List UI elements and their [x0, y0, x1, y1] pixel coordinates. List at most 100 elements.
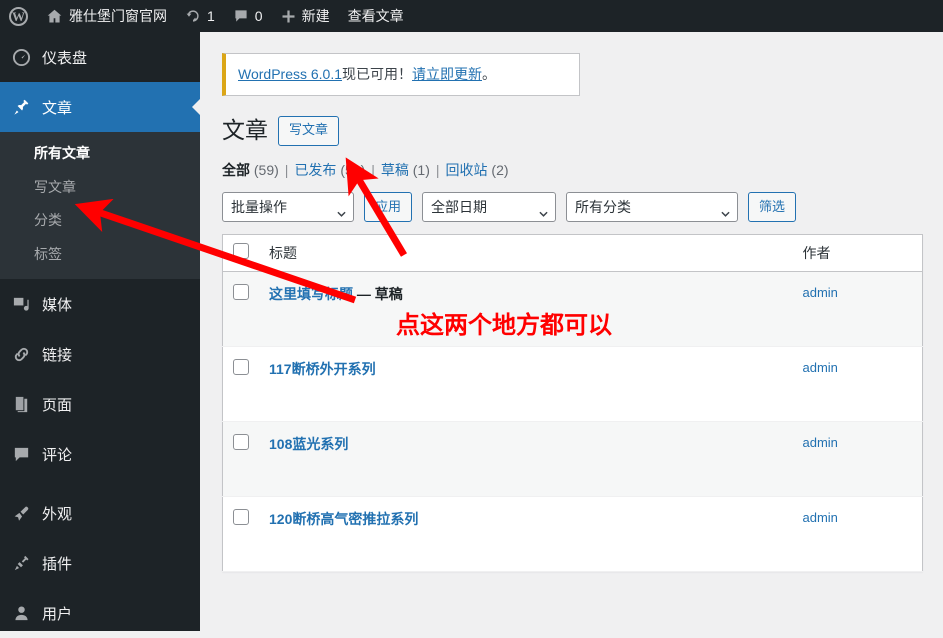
category-filter-value: 所有分类 [575, 198, 632, 215]
sidebar-item-pages[interactable]: 页面 [0, 379, 200, 429]
row-title-cell: 108蓝光系列 [259, 421, 793, 497]
category-filter-select[interactable]: 所有分类 [566, 191, 739, 222]
comments-count: 0 [254, 8, 263, 24]
row-checkbox[interactable] [233, 508, 249, 525]
comments-menu[interactable]: 0 [224, 0, 272, 32]
sidebar-item-appearance[interactable]: 外观 [0, 488, 200, 538]
annotation-note-text: 点这两个地方都可以 [396, 312, 612, 339]
sidebar-item-plugins[interactable]: 插件 [0, 538, 200, 588]
status-separator: | [435, 161, 440, 178]
table-row: 120断桥高气密推拉系列 admin [222, 496, 923, 572]
view-posts-link[interactable]: 查看文章 [339, 0, 413, 32]
status-link-item: 回收站 (2) [446, 160, 509, 180]
sidebar-item-dashboard[interactable]: 仪表盘 [0, 32, 200, 82]
post-title-link[interactable]: 120断桥高气密推拉系列 [269, 511, 418, 527]
status-link-published[interactable]: 已发布 [294, 162, 336, 178]
post-author-link[interactable]: admin [803, 285, 838, 300]
bulk-action-select[interactable]: 批量操作 [222, 191, 354, 222]
post-title-link[interactable]: 117断桥外开系列 [269, 361, 376, 377]
select-all-checkbox[interactable] [233, 243, 249, 260]
row-checkbox[interactable] [233, 358, 249, 375]
row-checkbox[interactable] [233, 433, 249, 450]
sidebar-item-label: 外观 [42, 505, 73, 523]
status-link-draft[interactable]: 草稿 [381, 162, 409, 178]
updates-icon [185, 8, 201, 24]
status-count-trash: (2) [491, 161, 509, 178]
table-row: 108蓝光系列 admin [222, 421, 923, 497]
column-header-title[interactable]: 标题 [259, 234, 793, 272]
chevron-down-icon [721, 204, 730, 217]
link-icon [10, 345, 32, 364]
submenu-item-tags[interactable]: 标签 [0, 238, 200, 272]
row-author-cell: admin [792, 496, 923, 572]
post-author-link[interactable]: admin [803, 360, 838, 375]
sidebar-item-comments[interactable]: 评论 [0, 429, 200, 479]
bulk-action-value: 批量操作 [231, 198, 287, 215]
add-new-post-button[interactable]: 写文章 [278, 116, 340, 146]
sidebar-item-media[interactable]: 媒体 [0, 279, 200, 329]
table-header-row: 标题 作者 [222, 234, 923, 272]
chevron-down-icon [539, 204, 548, 217]
home-icon [46, 8, 63, 25]
post-status-filter-links: 全部 (59) | 已发布 (58) | 草稿 (1) | 回收站 (2) [222, 160, 923, 180]
sidebar-item-links[interactable]: 链接 [0, 329, 200, 379]
wordpress-version-link[interactable]: WordPress 6.0.1 [238, 66, 342, 82]
pin-icon [10, 98, 32, 117]
table-row: 117断桥外开系列 admin [222, 346, 923, 422]
new-content-label: 新建 [301, 8, 330, 24]
post-author-link[interactable]: admin [803, 435, 838, 450]
row-checkbox-cell [222, 346, 259, 422]
status-link-item: 全部 (59) [222, 160, 279, 180]
filter-button[interactable]: 筛选 [748, 191, 797, 222]
status-count-draft: (1) [412, 161, 430, 178]
posts-table: 标题 作者 这里填写标题 — 草稿 admin 117断桥外开系列 admin … [222, 233, 923, 572]
update-now-link[interactable]: 请立即更新 [412, 66, 482, 82]
sidebar-item-label: 仪表盘 [42, 49, 88, 67]
submenu-item-all-posts[interactable]: 所有文章 [0, 137, 200, 171]
media-icon [10, 295, 32, 314]
date-filter-select[interactable]: 全部日期 [422, 191, 557, 222]
sidebar-item-label: 链接 [42, 346, 73, 364]
site-name-menu[interactable]: 雅仕堡门窗官网 [37, 0, 176, 32]
date-filter-value: 全部日期 [431, 198, 488, 215]
status-link-trash[interactable]: 回收站 [446, 162, 488, 178]
wordpress-logo-icon: W [9, 6, 28, 26]
page-icon [10, 395, 32, 414]
row-checkbox[interactable] [233, 283, 249, 300]
update-nag-notice: WordPress 6.0.1现已可用！请立即更新。 [222, 53, 580, 96]
post-title-link[interactable]: 108蓝光系列 [269, 436, 348, 452]
admin-sidebar-menu: 仪表盘 文章 所有文章 写文章 分类 标签 媒体 链接 页面 评论 外观 插件 … [0, 32, 200, 631]
sidebar-item-label: 插件 [42, 555, 73, 573]
updates-menu[interactable]: 1 [176, 0, 224, 32]
new-content-menu[interactable]: 新建 [272, 0, 339, 32]
notice-end-text: 。 [482, 66, 497, 82]
sidebar-item-label: 评论 [42, 446, 73, 464]
table-nav-top: 批量操作 应用 全部日期 所有分类 筛选 [222, 191, 923, 222]
apply-bulk-action-button[interactable]: 应用 [364, 191, 413, 222]
submenu-item-categories[interactable]: 分类 [0, 204, 200, 238]
sidebar-item-posts[interactable]: 文章 [0, 82, 200, 132]
row-author-cell: admin [792, 271, 923, 347]
status-count-published: (58) [340, 161, 366, 178]
row-title-cell: 120断桥高气密推拉系列 [259, 496, 793, 572]
status-link-item: 草稿 (1) [381, 160, 430, 180]
wp-logo-menu[interactable]: W [0, 0, 37, 32]
comment-bubble-icon [233, 8, 249, 24]
sidebar-item-label: 用户 [42, 605, 73, 623]
plus-icon [281, 9, 296, 24]
notice-middle-text: 现已可用！ [342, 66, 413, 82]
plugin-plug-icon [10, 554, 32, 573]
post-author-link[interactable]: admin [803, 510, 838, 525]
status-link-all[interactable]: 全部 [222, 162, 250, 178]
submenu-item-add-post[interactable]: 写文章 [0, 171, 200, 205]
row-author-cell: admin [792, 421, 923, 497]
row-checkbox-cell [222, 271, 259, 347]
dashboard-icon [10, 48, 32, 67]
comment-icon [10, 445, 32, 464]
status-link-item: 已发布 (58) [294, 160, 365, 180]
row-author-cell: admin [792, 346, 923, 422]
status-count-all: (59) [253, 161, 279, 178]
status-separator: | [371, 161, 375, 178]
post-title-link[interactable]: 这里填写标题 [269, 286, 353, 302]
page-title: 文章 [222, 117, 268, 143]
